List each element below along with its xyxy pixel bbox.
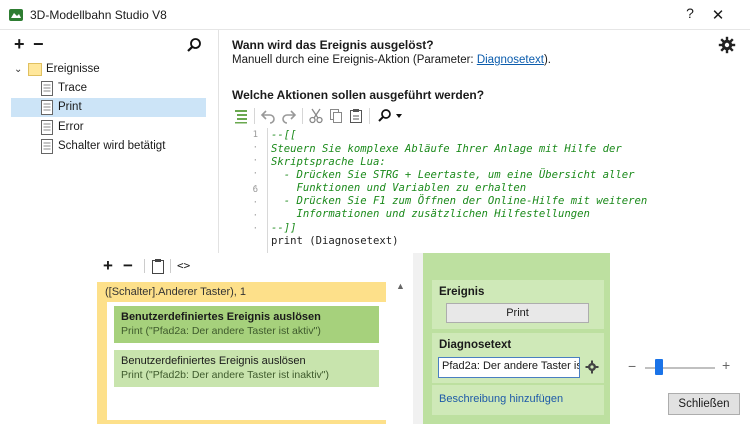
code-line: Informationen und zusätzlichen Hilfestel… [271, 208, 590, 220]
line-gutter: 1 · · · · 6 · · · [232, 128, 264, 254]
gutter-mark: · [252, 156, 258, 166]
code-line: Funktionen und Variablen zu erhalten [271, 182, 527, 194]
chevron-down-icon[interactable]: ⌄ [14, 60, 22, 79]
event-label: Ereignis [439, 286, 485, 298]
gutter-mark: · [252, 143, 258, 153]
code-text-area[interactable]: --[[ Steuern Sie komplexe Abläufe Ihrer … [267, 128, 737, 254]
tree-item-label: Error [58, 121, 84, 133]
event-actions-overlay: + − <> ([Schalter].Anderer Taster), 1 Be… [93, 253, 610, 424]
code-line: --[[ [271, 129, 297, 141]
toolbar-divider [369, 108, 370, 124]
event-property-box: Ereignis Print [432, 280, 604, 329]
scroll-up-arrow-icon[interactable]: ▲ [396, 281, 405, 291]
trigger-question-heading: Wann wird das Ereignis ausgelöst? [232, 38, 434, 52]
code-line: Skriptsprache Lua: [271, 156, 386, 168]
action-subtitle: Print ("Pfad2a: Der andere Taster ist ak… [121, 325, 321, 337]
trigger-description: Manuell durch eine Ereignis-Aktion (Para… [232, 54, 551, 66]
action-properties-panel: Ereignis Print Diagnosetext Pfad2a: Der … [423, 253, 610, 424]
settings-gear-icon[interactable] [718, 36, 736, 54]
script-file-icon [41, 139, 53, 154]
remove-action-button[interactable]: − [123, 257, 133, 274]
action-group-footer [97, 420, 386, 424]
action-card[interactable]: Benutzerdefiniertes Ereignis auslösen Pr… [114, 350, 379, 387]
action-title: Benutzerdefiniertes Ereignis auslösen [121, 311, 321, 323]
toolbar-divider [254, 108, 255, 124]
tree-item-schalter[interactable]: Schalter wird betätigt [0, 137, 210, 156]
tree-item-label: Print [58, 101, 82, 113]
parameter-label: Diagnosetext [439, 339, 512, 351]
code-line: - Drücken Sie STRG + Leertaste, um eine … [271, 169, 635, 181]
gear-icon[interactable] [585, 360, 599, 374]
action-subtitle: Print ("Pfad2b: Der andere Taster ist in… [121, 369, 330, 381]
code-line: Steuern Sie komplexe Abläufe Ihrer Anlag… [271, 143, 622, 155]
toolbar-divider [144, 259, 145, 273]
event-select-button[interactable]: Print [446, 303, 589, 323]
paste-icon[interactable] [347, 107, 365, 125]
tree-item-error[interactable]: Error [0, 118, 210, 137]
toolbar-divider [170, 259, 171, 273]
action-group-header[interactable]: ([Schalter].Anderer Taster), 1 [97, 282, 386, 302]
redo-icon[interactable] [280, 107, 298, 125]
gutter-mark: · [252, 169, 258, 179]
zoom-slider-thumb[interactable] [655, 359, 663, 375]
diagnosetext-input[interactable]: Pfad2a: Der andere Taster ist [438, 357, 580, 378]
gutter-mark: · [252, 211, 258, 221]
cut-icon[interactable] [307, 107, 325, 125]
gutter-mark: 1 [252, 130, 258, 140]
gutter-mark: 6 [252, 185, 258, 195]
action-card[interactable]: Benutzerdefiniertes Ereignis auslösen Pr… [114, 306, 379, 343]
close-dialog-button[interactable]: Schließen [668, 393, 740, 415]
tree-item-print[interactable]: Print [11, 98, 206, 117]
zoom-out-button[interactable]: − [628, 358, 636, 374]
code-view-button[interactable]: <> [177, 259, 190, 272]
script-file-icon [41, 81, 53, 96]
code-line: --]] [271, 222, 297, 234]
format-code-icon[interactable] [232, 107, 250, 125]
actions-toolbar: + − <> [93, 253, 413, 279]
remove-event-button[interactable]: − [33, 35, 44, 53]
tree-item-trace[interactable]: Trace [0, 79, 210, 98]
help-button[interactable]: ? [682, 5, 698, 23]
trigger-text-suffix: ). [543, 54, 551, 66]
find-dropdown-icon[interactable] [375, 107, 405, 125]
code-line: print (Diagnosetext) [271, 235, 399, 247]
gutter-mark: · [252, 198, 258, 208]
copy-icon[interactable] [327, 107, 345, 125]
clipboard-icon[interactable] [151, 258, 165, 274]
add-event-button[interactable]: + [14, 35, 25, 53]
add-action-button[interactable]: + [103, 257, 113, 274]
add-description-link[interactable]: Beschreibung hinzufügen [439, 393, 563, 405]
search-icon[interactable] [186, 37, 202, 53]
toolbar-divider [302, 108, 303, 124]
title-bar: 3D-Modellbahn Studio V8 ? ✕ [0, 0, 750, 30]
window-close-button[interactable]: ✕ [708, 6, 728, 24]
script-file-icon [41, 100, 53, 115]
actions-heading: Welche Aktionen sollen ausgeführt werden… [232, 88, 485, 102]
code-line: - Drücken Sie F1 zum Öffnen der Online-H… [271, 195, 648, 207]
code-editor[interactable]: 1 · · · · 6 · · · --[[ Steuern Sie kompl… [232, 128, 740, 254]
gutter-mark: · [252, 224, 258, 234]
action-list: ([Schalter].Anderer Taster), 1 Benutzerd… [93, 279, 413, 424]
tree-item-label: Trace [58, 82, 87, 94]
action-group-stripe [97, 302, 107, 420]
description-box: Beschreibung hinzufügen [432, 385, 604, 415]
app-icon [9, 9, 23, 21]
tree-item-label: Schalter wird betätigt [58, 140, 166, 152]
script-file-icon [41, 120, 53, 135]
parameter-link[interactable]: Diagnosetext [477, 54, 544, 66]
folder-icon [28, 63, 42, 76]
window-title: 3D-Modellbahn Studio V8 [30, 8, 167, 22]
tree-folder-ereignisse[interactable]: ⌄ Ereignisse [0, 60, 210, 79]
trigger-text-prefix: Manuell durch eine Ereignis-Aktion (Para… [232, 54, 477, 66]
zoom-in-button[interactable]: + [722, 357, 730, 373]
tree-folder-label: Ereignisse [46, 63, 100, 75]
action-title: Benutzerdefiniertes Ereignis auslösen [121, 355, 306, 367]
undo-icon[interactable] [259, 107, 277, 125]
parameter-property-box: Diagnosetext Pfad2a: Der andere Taster i… [432, 333, 604, 383]
